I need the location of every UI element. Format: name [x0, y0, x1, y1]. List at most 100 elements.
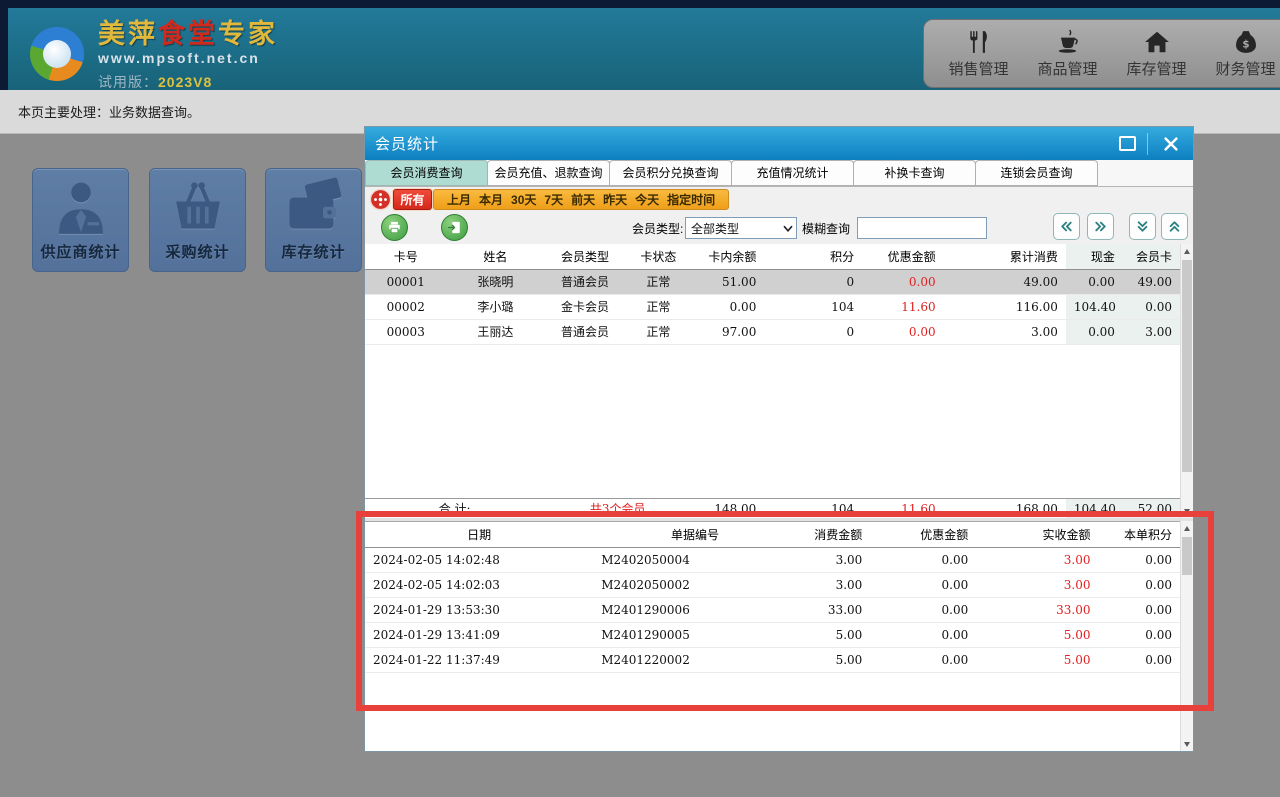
col-member-card[interactable]: 会员卡 — [1122, 244, 1180, 270]
col-card-no[interactable]: 卡号 — [365, 244, 447, 270]
dialog-title: 会员统计 — [375, 135, 440, 153]
table-row[interactable]: 00003 王丽达 普通会员 正常 97.00 0 0.00 3.00 0.00 3.00 — [365, 319, 1180, 345]
cell-points: 0 — [764, 269, 863, 295]
col-date[interactable]: 日期 — [365, 522, 594, 548]
desk-button-label: 供应商统计 — [40, 244, 121, 261]
filter-30-days[interactable]: 30天 — [511, 191, 536, 208]
home-icon — [1144, 31, 1169, 52]
first-record-button[interactable] — [1161, 213, 1188, 240]
cell-points: 0.00 — [1098, 647, 1180, 673]
col-order-no[interactable]: 单据编号 — [593, 522, 797, 548]
fuzzy-query-label: 模糊查询 — [802, 222, 851, 236]
table-row[interactable]: 2024-01-22 11:37:49 M2401220002 5.00 0.00 5.… — [365, 647, 1180, 673]
menu-item-products[interactable]: 商品管理 — [1023, 29, 1112, 79]
filter-yesterday[interactable]: 昨天 — [603, 191, 627, 208]
scroll-down-icon[interactable] — [1181, 504, 1193, 518]
print-button[interactable] — [381, 214, 408, 241]
cell-total_consume: 116.00 — [943, 294, 1066, 320]
scroll-up-icon[interactable] — [1181, 521, 1193, 535]
table-row[interactable]: 00002 李小璐 金卡会员 正常 0.00 104 11.60 116.00 104.40 0.… — [365, 294, 1180, 320]
chevrons-left-icon — [1061, 221, 1072, 232]
total-cash: 104.40 — [1065, 499, 1123, 518]
col-discount[interactable]: 优惠金额 — [862, 244, 944, 270]
fuzzy-query-input[interactable] — [857, 217, 987, 239]
table-row[interactable]: 00001 张晓明 普通会员 正常 51.00 0 0.00 49.00 0.00 49.00 — [365, 269, 1180, 295]
filter-today[interactable]: 今天 — [635, 191, 659, 208]
col-total-consume[interactable]: 累计消费 — [943, 244, 1066, 270]
tab-member-consume[interactable]: 会员消费查询 — [365, 160, 488, 186]
detail-scrollbar[interactable] — [1180, 521, 1193, 751]
cell-discount: 0.00 — [862, 319, 944, 345]
filter-custom-range[interactable]: 指定时间 — [667, 191, 715, 208]
total-consume: 168.00 — [1015, 501, 1058, 516]
export-button[interactable] — [441, 214, 468, 241]
purchase-stats-button[interactable]: 采购统计 — [149, 168, 246, 272]
col-received-amount[interactable]: 实收金额 — [976, 522, 1099, 548]
last-record-button[interactable] — [1129, 213, 1156, 240]
menu-item-sales[interactable]: 销售管理 — [934, 29, 1023, 79]
toolbar-row: 会员类型: 全部类型 模糊查询 — [365, 212, 1193, 244]
header-background: 美萍食堂专家 www.mpsoft.net.cn 试用版：2023V8 销售管理 — [8, 8, 1280, 90]
scroll-up-icon[interactable] — [1181, 244, 1193, 258]
col-balance[interactable]: 卡内余额 — [690, 244, 765, 270]
cell-received: 3.00 — [976, 547, 1099, 573]
total-member-count: 共3个会员 — [589, 502, 646, 516]
members-header-row: 卡号 姓名 会员类型 卡状态 卡内余额 积分 优惠金额 累计消费 现金 会员卡 — [365, 244, 1180, 270]
menu-item-finance[interactable]: $ 财务管理 — [1201, 29, 1280, 79]
menu-item-inventory[interactable]: 库存管理 — [1112, 29, 1201, 79]
close-button[interactable] — [1159, 132, 1183, 156]
scrollbar-thumb[interactable] — [1182, 537, 1192, 575]
filter-last-month[interactable]: 上月 — [447, 191, 471, 208]
tab-points-exchange[interactable]: 会员积分兑换查询 — [609, 160, 732, 186]
col-points[interactable]: 积分 — [764, 244, 863, 270]
col-cash[interactable]: 现金 — [1065, 244, 1123, 270]
detail-tbody: 2024-02-05 14:02:48 M2402050004 3.00 0.00 3.… — [365, 547, 1180, 673]
table-row[interactable]: 2024-02-05 14:02:03 M2402050002 3.00 0.00 3.… — [365, 572, 1180, 598]
cell-points: 0.00 — [1098, 622, 1180, 648]
member-type-label: 会员类型: — [632, 222, 684, 236]
col-consume-amount[interactable]: 消费金额 — [796, 522, 871, 548]
person-icon — [58, 182, 103, 234]
col-member-type[interactable]: 会员类型 — [544, 244, 626, 270]
info-text: 本页主要处理：业务数据查询。 — [18, 105, 201, 120]
tab-card-replace[interactable]: 补换卡查询 — [853, 160, 976, 186]
maximize-button[interactable] — [1119, 136, 1136, 151]
filter-this-month[interactable]: 本月 — [479, 191, 503, 208]
filter-day-before[interactable]: 前天 — [571, 191, 595, 208]
supplier-stats-button[interactable]: 供应商统计 — [32, 168, 129, 272]
scroll-down-icon[interactable] — [1181, 737, 1193, 751]
cell-consume: 5.00 — [796, 622, 871, 648]
chevron-down-icon — [779, 225, 796, 232]
cell-date: 2024-01-29 13:53:30 — [365, 597, 594, 623]
col-discount-amount[interactable]: 优惠金额 — [870, 522, 977, 548]
members-scrollbar[interactable] — [1180, 244, 1193, 518]
desktop: { "colors": { "header_teal": "#1d7290", … — [0, 0, 1280, 797]
col-card-status[interactable]: 卡状态 — [625, 244, 691, 270]
desk-button-label: 采购统计 — [165, 244, 230, 261]
tab-recharge-stats[interactable]: 充值情况统计 — [731, 160, 854, 186]
member-type-select[interactable]: 全部类型 — [685, 217, 797, 239]
cell-type: 普通会员 — [544, 319, 626, 345]
app-header: 美萍食堂专家 www.mpsoft.net.cn 试用版：2023V8 销售管理 — [0, 0, 1280, 90]
cell-cash: 0.00 — [1065, 269, 1123, 295]
filter-dial-icon[interactable] — [369, 188, 392, 211]
tab-recharge-refund[interactable]: 会员充值、退款查询 — [487, 160, 610, 186]
table-row[interactable]: 2024-02-05 14:02:48 M2402050004 3.00 0.00 3.… — [365, 547, 1180, 573]
stock-stats-button[interactable]: 库存统计 — [265, 168, 362, 272]
table-row[interactable]: 2024-01-29 13:41:09 M2401290005 5.00 0.00 5.… — [365, 622, 1180, 648]
table-row[interactable]: 2024-01-29 13:53:30 M2401290006 33.00 0.00 3… — [365, 597, 1180, 623]
cell-discount: 0.00 — [862, 269, 944, 295]
members-table-area: 卡号 姓名 会员类型 卡状态 卡内余额 积分 优惠金额 累计消费 现金 会员卡 … — [365, 244, 1193, 498]
tab-chain-member[interactable]: 连锁会员查询 — [975, 160, 1098, 186]
col-order-points[interactable]: 本单积分 — [1098, 522, 1180, 548]
filter-all-button[interactable]: 所有 — [393, 189, 432, 210]
next-page-button[interactable] — [1087, 213, 1114, 240]
scrollbar-thumb[interactable] — [1182, 260, 1192, 472]
chevrons-down-icon — [1137, 221, 1148, 232]
cell-status: 正常 — [625, 269, 691, 295]
cell-consume: 3.00 — [796, 547, 871, 573]
filter-7-days[interactable]: 7天 — [544, 191, 563, 208]
prev-page-button[interactable] — [1053, 213, 1080, 240]
col-name[interactable]: 姓名 — [446, 244, 545, 270]
menu-item-label: 库存管理 — [1126, 60, 1187, 78]
